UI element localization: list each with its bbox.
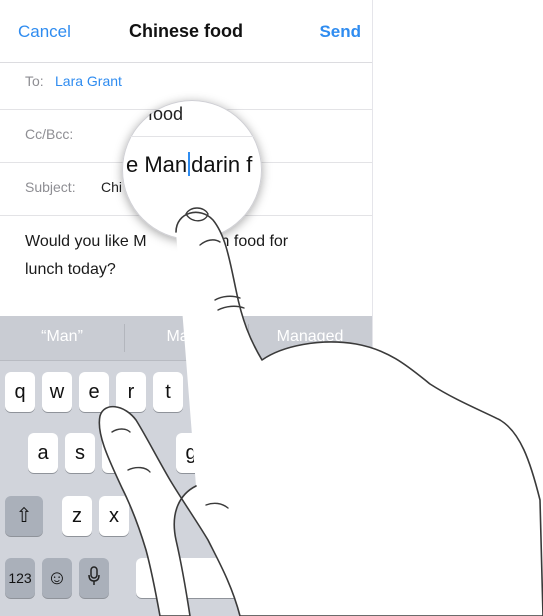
index-finger-outline — [98, 211, 543, 616]
hand-illustration — [98, 207, 543, 616]
